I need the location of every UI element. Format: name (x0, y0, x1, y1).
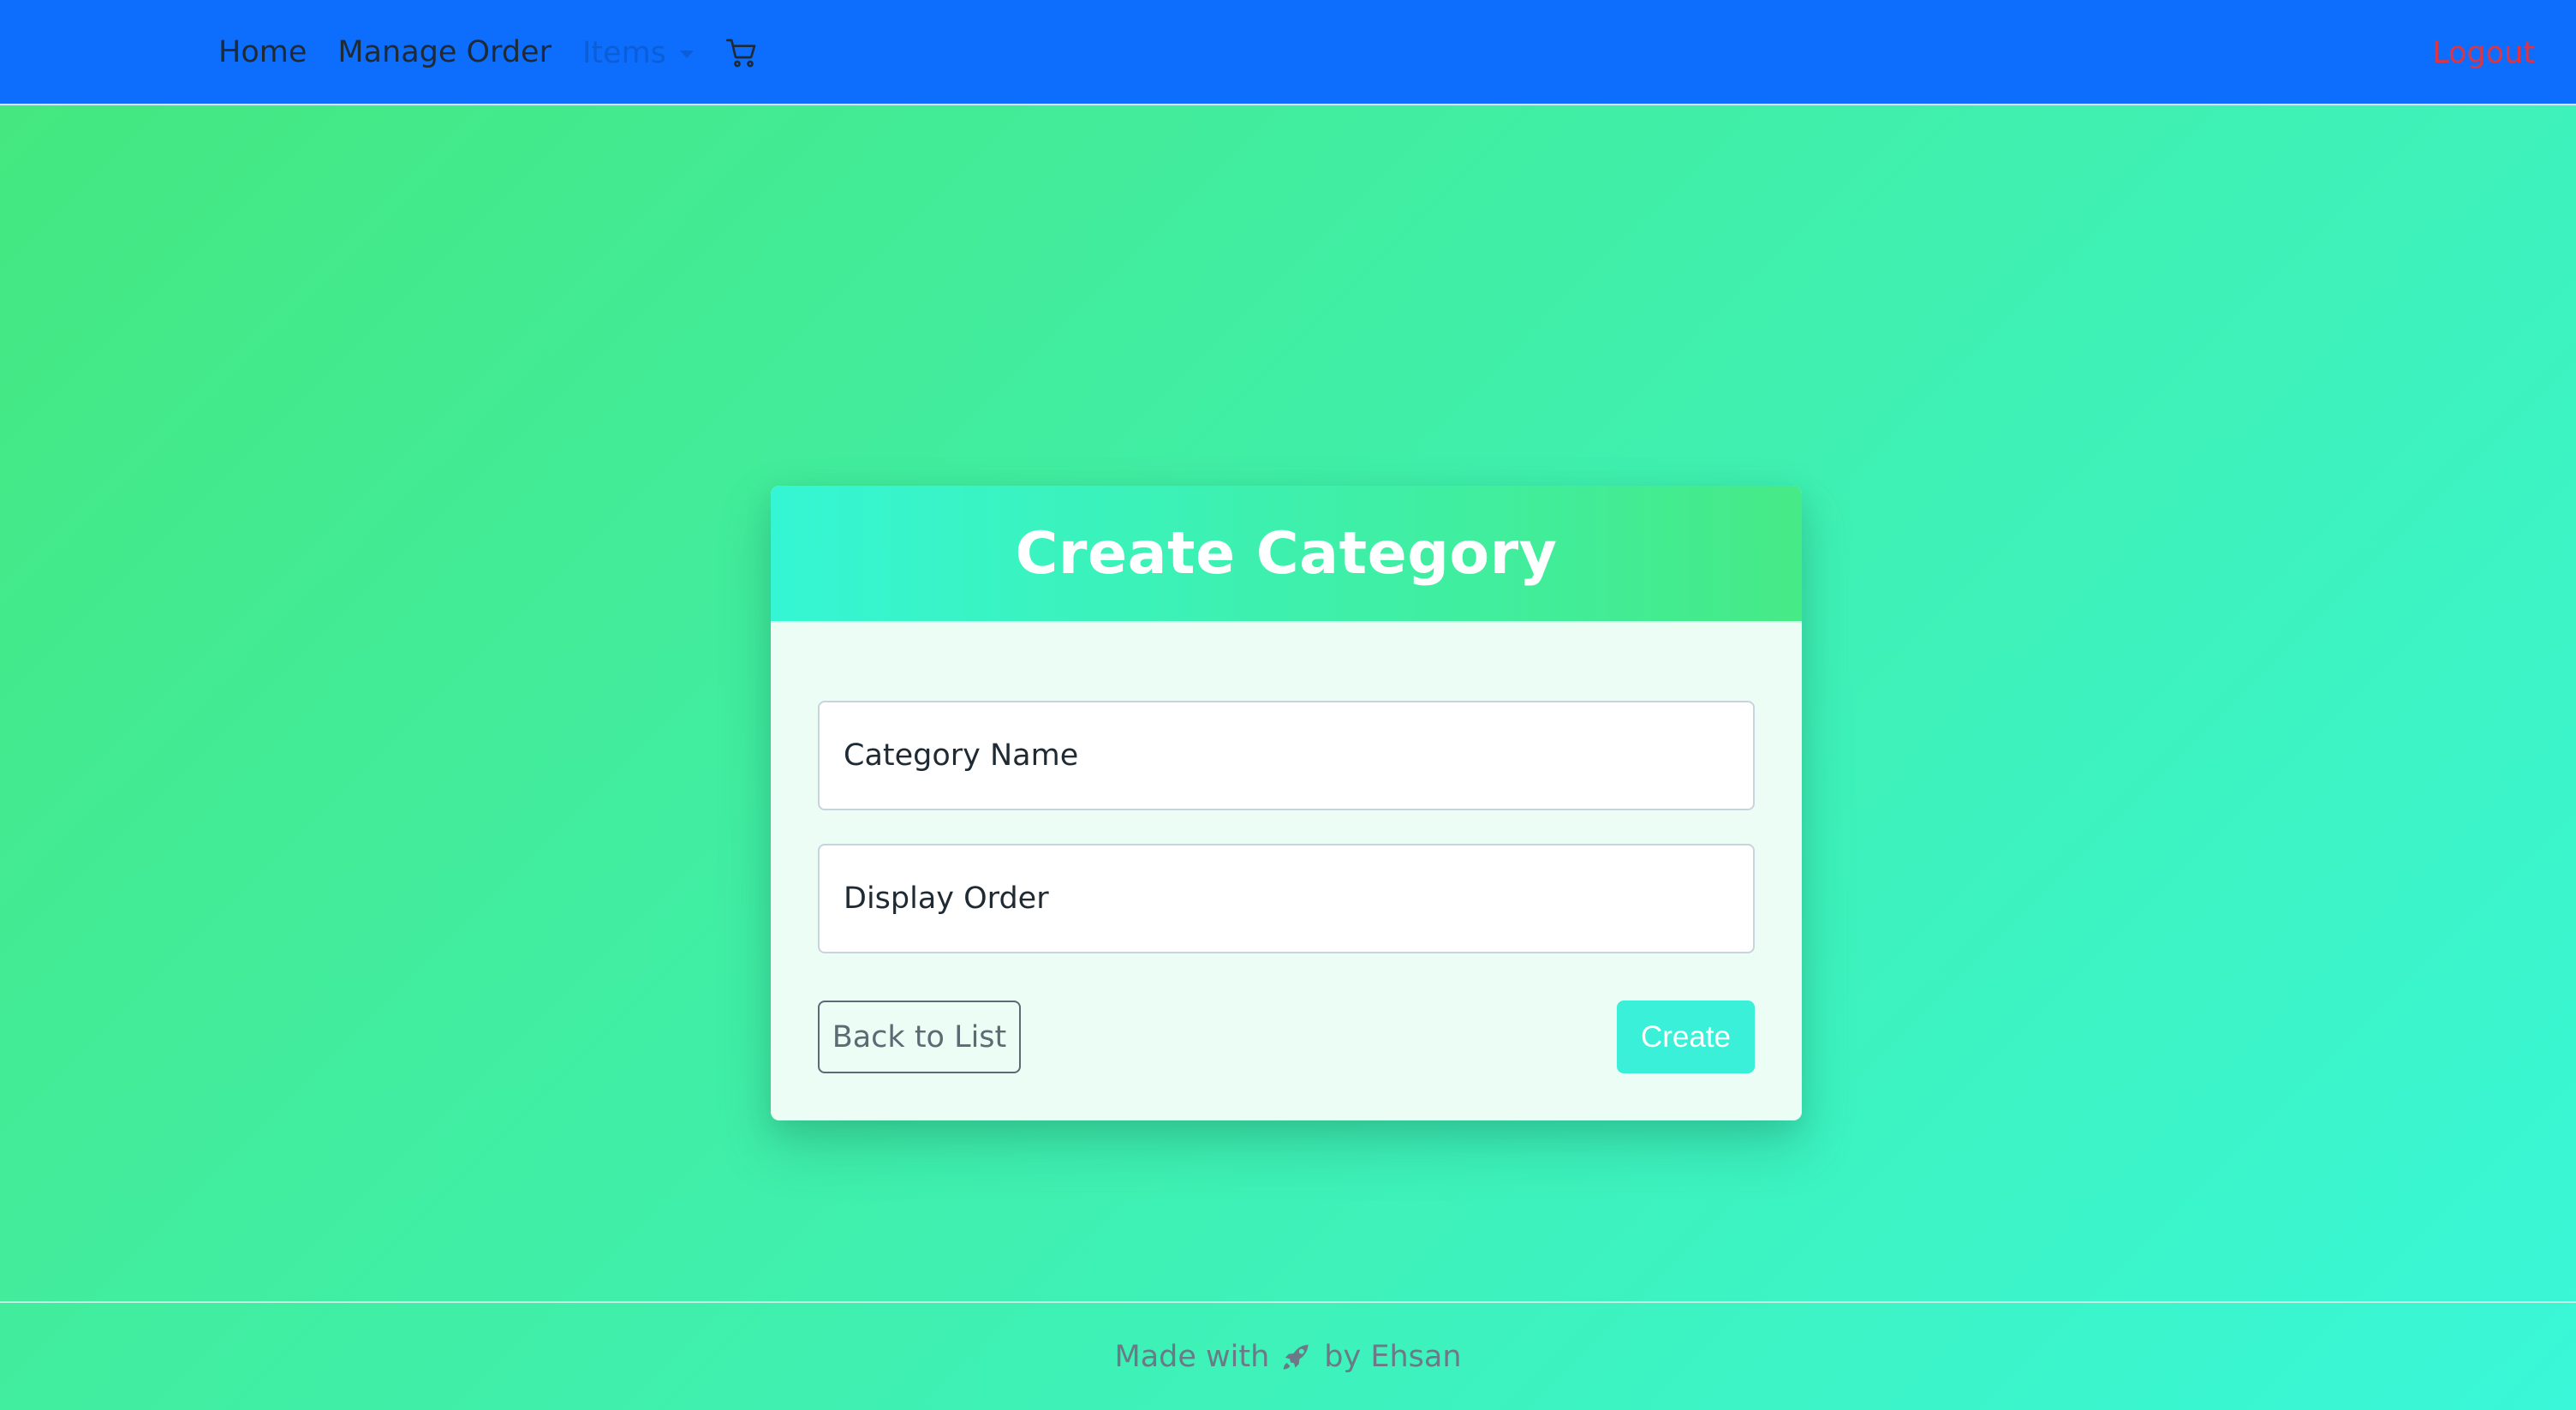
nav-manage-order-link[interactable]: Manage Order (337, 38, 552, 68)
nav-items-dropdown-label: Items (581, 35, 666, 70)
card-header: Create Category (771, 486, 1802, 623)
category-name-input[interactable] (818, 701, 1755, 810)
page-title: Create Category (1015, 519, 1558, 588)
footer-text-after: by Ehsan (1324, 1339, 1462, 1374)
footer-text-before: Made with (1114, 1339, 1270, 1374)
nav-home-link[interactable]: Home (218, 38, 307, 68)
nav-links: Home Manage Order Items (218, 0, 759, 105)
rocket-icon (1279, 1340, 1314, 1374)
nav-items-dropdown[interactable]: Items (582, 36, 694, 70)
back-to-list-button[interactable]: Back to List (818, 1001, 1021, 1073)
footer: Made with by Ehsan (0, 1301, 2576, 1410)
top-navbar: Home Manage Order Items Logout (0, 0, 2576, 105)
logout-link[interactable]: Logout (2432, 0, 2535, 105)
cart-icon[interactable] (724, 36, 759, 70)
caret-down-icon (679, 51, 694, 58)
create-category-card: Create Category Back to List Create (771, 486, 1802, 1120)
create-button[interactable]: Create (1617, 1001, 1755, 1073)
display-order-input[interactable] (818, 844, 1755, 953)
